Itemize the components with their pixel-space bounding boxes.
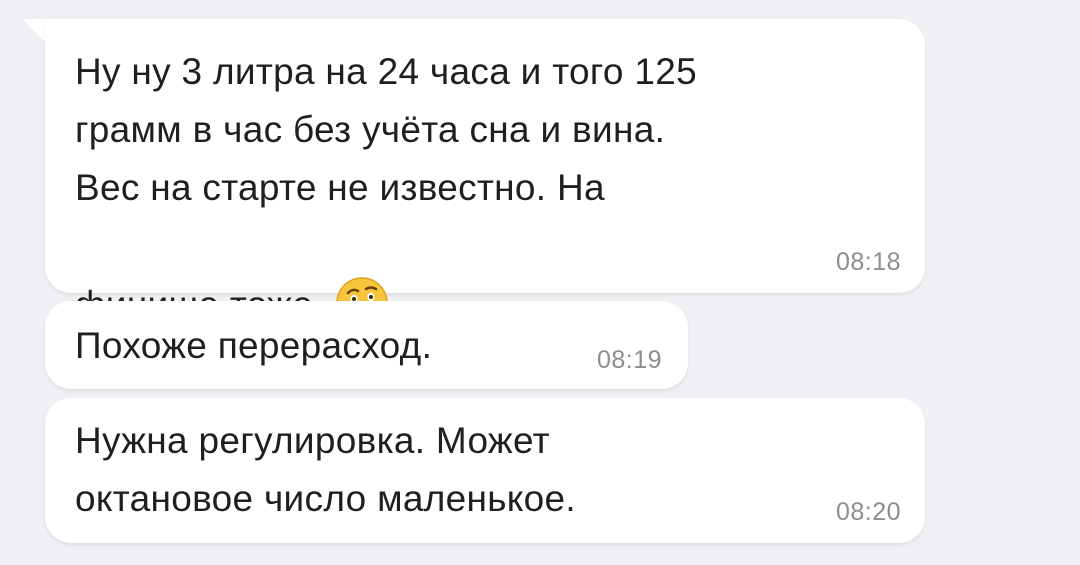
thinking-face-emoji-icon	[334, 217, 390, 329]
message-text-2: Похоже перерасход.	[75, 325, 433, 366]
message-time-3: 08:20	[835, 498, 901, 526]
message-bubble-3[interactable]: Нужна регулировка. Может октановое число…	[45, 398, 925, 543]
message-text-3: Нужна регулировка. Может октановое число…	[75, 420, 577, 519]
message-time-2: 08:19	[596, 346, 662, 374]
message-bubble-2[interactable]: Похоже перерасход. 08:19	[45, 301, 688, 389]
message-bubble-1[interactable]: Ну ну 3 литра на 24 часа и того 125 грам…	[45, 19, 925, 329]
message-time-1: 08:18	[835, 248, 901, 276]
message-text-1: Ну ну 3 литра на 24 часа и того 125 грам…	[75, 43, 697, 334]
